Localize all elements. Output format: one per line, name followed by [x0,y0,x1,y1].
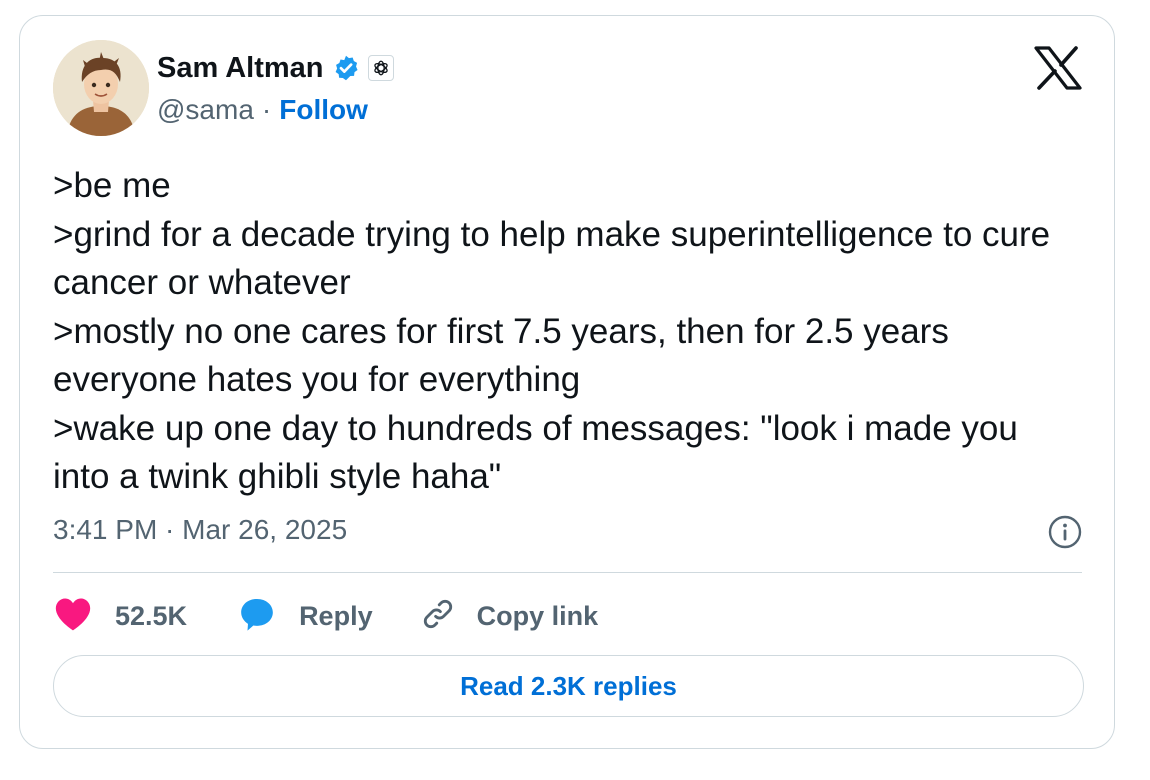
heart-icon [53,596,93,637]
like-button[interactable]: 52.5K [53,596,187,637]
reply-label: Reply [299,600,373,631]
divider [53,572,1082,573]
author-handle[interactable]: @sama [157,94,254,126]
copy-link-label: Copy link [476,600,599,631]
author-row: Sam Altman [157,48,394,88]
follow-button[interactable]: Follow [279,94,368,126]
like-count: 52.5K [115,600,188,631]
tweet-text: >be me >grind for a decade trying to hel… [53,166,1051,496]
openai-logo-icon[interactable] [367,55,394,81]
handle-separator: · [261,94,272,125]
tweet-card: Sam Altman @sama · Follow >be me >grind … [19,15,1115,749]
speech-bubble-icon [237,595,277,638]
read-replies-button[interactable]: Read 2.3K replies [53,655,1084,717]
handle-row: @sama · Follow [157,94,368,126]
info-icon[interactable] [1048,515,1082,554]
x-logo-icon[interactable] [1034,46,1082,95]
reply-button[interactable]: Reply [237,595,373,638]
verified-badge-icon [332,54,360,82]
copy-link-button[interactable]: Copy link [419,595,599,638]
avatar[interactable] [53,40,149,136]
author-name[interactable]: Sam Altman [157,52,324,85]
tweet-timestamp[interactable]: 3:41 PM · Mar 26, 2025 [53,514,347,546]
action-bar: 52.5K Reply Copy link [53,594,598,638]
link-icon [419,595,457,638]
